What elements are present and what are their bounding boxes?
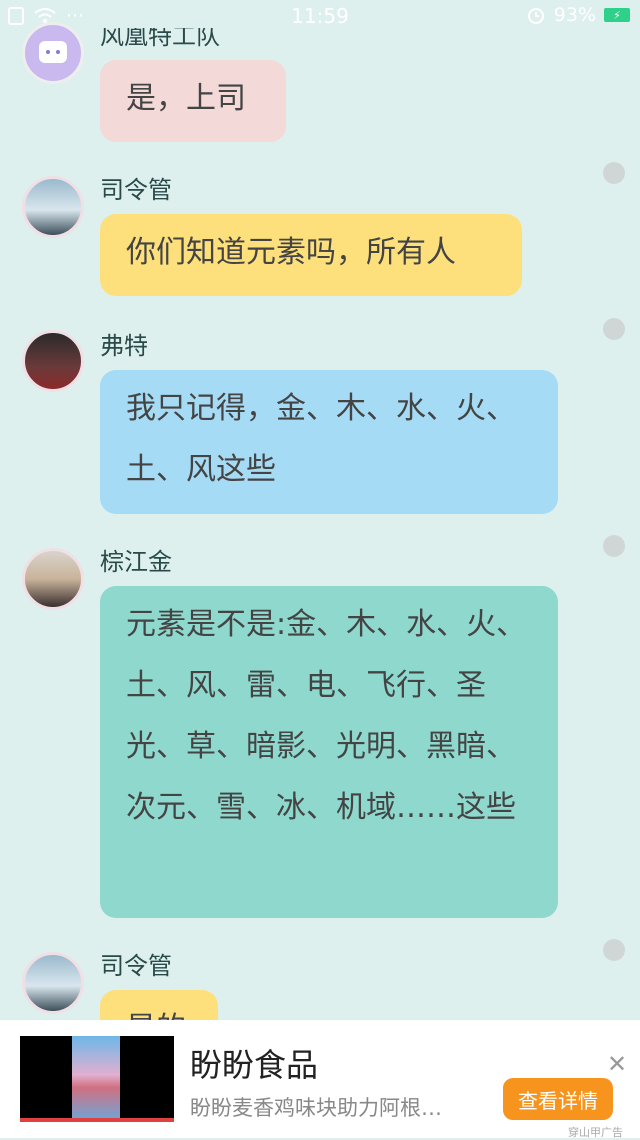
- message-bubble[interactable]: 是，上司: [100, 60, 286, 142]
- avatar[interactable]: [22, 330, 84, 392]
- ad-thumbnail-image: [72, 1036, 120, 1122]
- sender-name: 棕江金: [100, 548, 172, 576]
- sender-name: 司令管: [100, 176, 172, 204]
- ad-video-progress: [20, 1118, 174, 1122]
- sender-name: 司令管: [100, 952, 172, 980]
- status-dot: [603, 318, 625, 340]
- status-dot: [603, 939, 625, 961]
- ad-title[interactable]: 盼盼食品: [190, 1040, 318, 1086]
- sender-name: 弗特: [100, 332, 148, 360]
- status-dot: [603, 162, 625, 184]
- alarm-icon: [527, 8, 544, 24]
- avatar[interactable]: [22, 176, 84, 238]
- ad-thumbnail[interactable]: [20, 1036, 174, 1122]
- avatar[interactable]: [22, 548, 84, 610]
- battery-percent: 93%: [553, 4, 596, 26]
- avatar[interactable]: [22, 952, 84, 1014]
- ad-details-button[interactable]: 查看详情: [503, 1078, 613, 1120]
- status-bar: ⋯ 11:59 93% ⚡: [0, 0, 640, 32]
- message-bubble[interactable]: 你们知道元素吗，所有人: [100, 214, 522, 296]
- ghost-avatar-icon: [39, 41, 67, 63]
- status-dot: [603, 535, 625, 557]
- ad-banner[interactable]: 盼盼食品 盼盼麦香鸡味块助力阿根… 查看详情 ✕ 穿山甲广告: [0, 1020, 640, 1139]
- status-right: 93% ⚡: [526, 4, 630, 26]
- close-icon[interactable]: ✕: [607, 1050, 627, 1078]
- message-bubble[interactable]: 我只记得，金、木、水、火、土、风这些: [100, 370, 558, 514]
- avatar[interactable]: [22, 22, 84, 84]
- message-bubble[interactable]: 元素是不是:金、木、水、火、土、风、雷、电、飞行、圣光、草、暗影、光明、黑暗、次…: [100, 586, 558, 918]
- battery-icon: ⚡: [604, 8, 630, 22]
- ad-description[interactable]: 盼盼麦香鸡味块助力阿根…: [190, 1092, 490, 1122]
